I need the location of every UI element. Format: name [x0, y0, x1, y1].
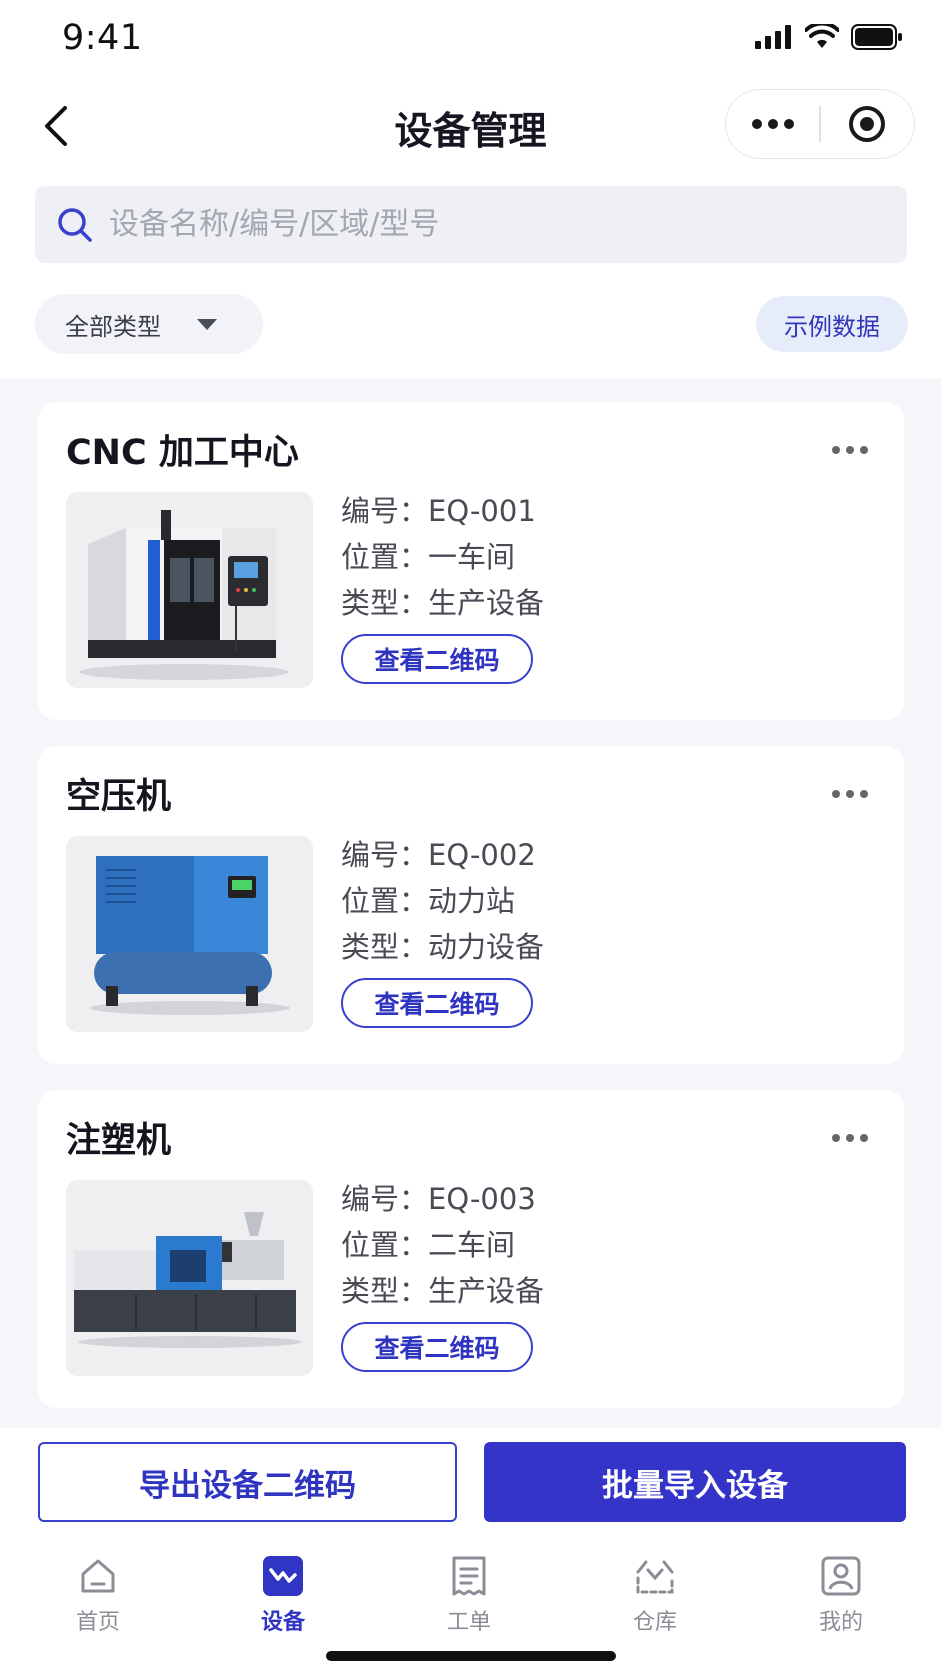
- device-image-injection-molder: [66, 1180, 313, 1376]
- device-info: 编号： EQ-001 位置： 一车间 类型： 生产设备: [341, 488, 544, 626]
- device-type: 生产设备: [428, 1274, 545, 1308]
- close-miniprogram-button[interactable]: [821, 90, 914, 158]
- more-options-icon[interactable]: [826, 1128, 874, 1148]
- more-options-icon[interactable]: [826, 784, 874, 804]
- device-name: 空压机: [66, 777, 172, 817]
- target-icon: [849, 106, 886, 142]
- tab-label: 我的: [818, 1610, 863, 1635]
- code-label: 编号：: [341, 838, 429, 872]
- tab-label: 首页: [75, 1610, 120, 1635]
- profile-icon: [819, 1554, 863, 1598]
- location-label: 位置：: [341, 540, 429, 574]
- tab-work-order[interactable]: 工单: [409, 1554, 529, 1636]
- mini-program-capsule: [725, 89, 915, 159]
- device-name: 注塑机: [66, 1121, 172, 1161]
- device-type: 生产设备: [428, 586, 545, 620]
- device-location: 一车间: [428, 540, 516, 574]
- search-icon: [58, 207, 92, 242]
- device-card[interactable]: 空压机 编号： EQ-002 位置： 动力站 类型： 动力设备 查看二维码: [38, 746, 904, 1064]
- view-qr-button[interactable]: 查看二维码: [341, 978, 533, 1028]
- device-name: CNC 加工中心: [66, 433, 299, 473]
- tab-home[interactable]: 首页: [38, 1554, 158, 1636]
- location-label: 位置：: [341, 1228, 429, 1262]
- sample-data-button[interactable]: 示例数据: [756, 296, 908, 352]
- tab-label: 仓库: [632, 1610, 677, 1635]
- device-image-compressor: [66, 836, 313, 1032]
- battery-icon: [851, 24, 902, 50]
- action-bar: 导出设备二维码 批量导入设备: [0, 1428, 941, 1522]
- wifi-icon: [805, 24, 839, 48]
- tab-equipment[interactable]: 设备: [223, 1554, 343, 1636]
- device-info: 编号： EQ-002 位置： 动力站 类型： 动力设备: [341, 832, 544, 970]
- search-box: [35, 186, 907, 263]
- nav-bar: 设备管理: [0, 88, 941, 164]
- device-type: 动力设备: [428, 930, 545, 964]
- status-bar: 9:41: [0, 0, 941, 84]
- home-indicator: [326, 1651, 616, 1661]
- filter-row: 全部类型 示例数据: [0, 292, 941, 354]
- tab-label: 工单: [446, 1610, 491, 1635]
- view-qr-button[interactable]: 查看二维码: [341, 1322, 533, 1372]
- type-label: 类型：: [341, 1274, 429, 1308]
- tab-warehouse[interactable]: 仓库: [595, 1554, 715, 1636]
- search-input[interactable]: [109, 207, 869, 242]
- device-card[interactable]: CNC 加工中心 编号： EQ-001 位置： 一车间 类型： 生产设备 查看二…: [38, 402, 904, 720]
- code-label: 编号：: [341, 1182, 429, 1216]
- export-qr-button[interactable]: 导出设备二维码: [38, 1442, 457, 1522]
- device-location: 动力站: [428, 884, 516, 918]
- warehouse-icon: [633, 1554, 677, 1598]
- view-qr-button[interactable]: 查看二维码: [341, 634, 533, 684]
- device-list: CNC 加工中心 编号： EQ-001 位置： 一车间 类型： 生产设备 查看二…: [0, 378, 941, 1428]
- signal-icon: [755, 25, 791, 49]
- work-order-icon: [447, 1554, 491, 1598]
- device-card[interactable]: 注塑机 编号： EQ-003 位置： 二车间 类型： 生产设备 查看二维码: [38, 1090, 904, 1408]
- tab-label: 设备: [260, 1610, 305, 1635]
- type-label: 类型：: [341, 586, 429, 620]
- status-icons: [755, 24, 903, 50]
- batch-import-button[interactable]: 批量导入设备: [484, 1442, 906, 1522]
- tab-profile[interactable]: 我的: [781, 1554, 901, 1636]
- type-filter-label: 全部类型: [65, 312, 161, 341]
- device-code: EQ-002: [428, 838, 536, 872]
- more-options-icon[interactable]: [826, 440, 874, 460]
- caret-down-icon: [197, 318, 217, 330]
- type-label: 类型：: [341, 930, 429, 964]
- equipment-icon: [261, 1554, 305, 1598]
- status-time: 9:41: [62, 18, 143, 58]
- device-location: 二车间: [428, 1228, 516, 1262]
- device-code: EQ-001: [428, 494, 536, 528]
- type-filter-dropdown[interactable]: 全部类型: [35, 294, 263, 354]
- device-info: 编号： EQ-003 位置： 二车间 类型： 生产设备: [341, 1176, 544, 1314]
- home-icon: [76, 1554, 120, 1598]
- more-dots-icon: [751, 119, 794, 129]
- location-label: 位置：: [341, 884, 429, 918]
- device-code: EQ-003: [428, 1182, 536, 1216]
- code-label: 编号：: [341, 494, 429, 528]
- more-menu-button[interactable]: [726, 90, 819, 158]
- device-image-cnc: [66, 492, 313, 688]
